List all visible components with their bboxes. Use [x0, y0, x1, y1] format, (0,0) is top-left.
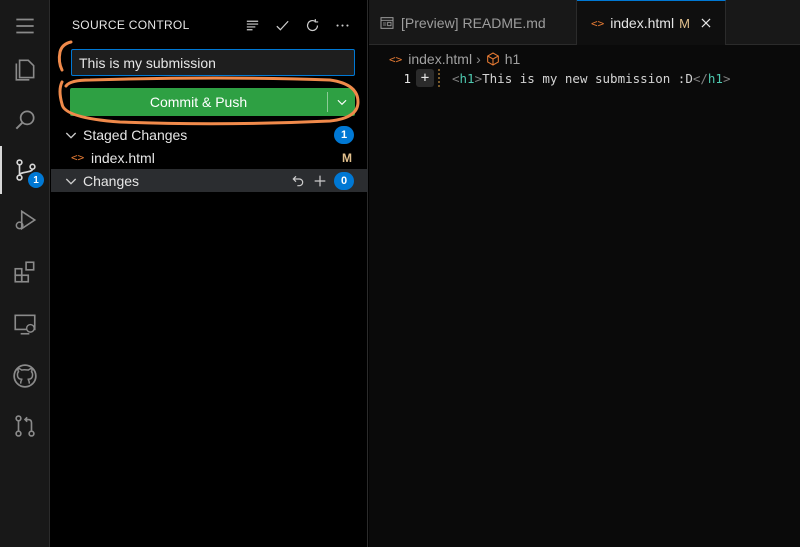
discard-changes-icon[interactable]	[290, 173, 306, 189]
code-editor[interactable]: <> index.html › h1 1 + <h1>This is my ne…	[369, 45, 800, 547]
commit-dropdown-button[interactable]	[328, 88, 355, 116]
tab-index-html[interactable]: <> index.html M	[577, 0, 726, 45]
chevron-down-icon	[65, 178, 77, 185]
source-control-panel: SOURCE CONTROL Commit & Push Staged Chan…	[51, 0, 368, 547]
tab-readme-preview[interactable]: [Preview] README.md	[369, 0, 577, 45]
source-control-icon[interactable]: 1	[0, 146, 50, 194]
tab-modified-status: M	[679, 15, 690, 31]
activity-bar: 1	[0, 0, 50, 547]
file-status: M	[342, 150, 352, 165]
staged-file-row[interactable]: <> index.html M	[51, 146, 368, 169]
chevron-down-icon	[337, 99, 346, 106]
remote-explorer-icon[interactable]	[0, 300, 50, 348]
source-control-badge: 1	[28, 172, 44, 188]
extensions-icon[interactable]	[0, 248, 50, 296]
code-line[interactable]: 1 + <h1>This is my new submission :D</h1…	[369, 67, 800, 89]
breadcrumb-file[interactable]: index.html	[408, 51, 472, 67]
search-icon[interactable]	[0, 96, 50, 144]
stage-all-icon[interactable]	[312, 173, 328, 189]
breadcrumb-separator-icon: ›	[476, 51, 481, 67]
breadcrumb-symbol[interactable]: h1	[505, 51, 521, 67]
add-comment-icon[interactable]: +	[416, 69, 434, 87]
modified-gutter-marker	[438, 69, 440, 87]
changes-actions	[290, 173, 328, 189]
code-text: <h1>This is my new submission :D</h1>	[452, 70, 731, 86]
github-icon[interactable]	[0, 352, 50, 400]
tab-label: index.html	[610, 15, 675, 31]
commit-check-icon[interactable]	[271, 14, 293, 36]
staged-changes-header[interactable]: Staged Changes 1	[51, 123, 368, 146]
changes-header[interactable]: Changes 0	[51, 169, 368, 192]
close-icon[interactable]	[699, 16, 713, 30]
tab-label: [Preview] README.md	[401, 14, 546, 31]
html-file-icon: <>	[389, 52, 403, 66]
run-debug-icon[interactable]	[0, 196, 50, 244]
panel-title: SOURCE CONTROL	[72, 18, 190, 32]
panel-actions	[241, 14, 353, 36]
html-file-icon: <>	[591, 16, 605, 30]
refresh-icon[interactable]	[301, 14, 323, 36]
line-number: 1	[403, 70, 411, 86]
chevron-down-icon	[65, 132, 77, 139]
symbol-element-icon	[486, 52, 499, 66]
staged-changes-label: Staged Changes	[83, 126, 188, 143]
more-actions-icon[interactable]	[331, 14, 353, 36]
commit-message-input[interactable]	[71, 49, 355, 76]
staged-file-name: index.html	[91, 149, 155, 166]
html-file-icon: <>	[71, 151, 85, 164]
changes-label: Changes	[83, 172, 140, 189]
view-as-list-icon[interactable]	[241, 14, 263, 36]
explorer-icon[interactable]	[0, 46, 50, 94]
commit-push-label: Commit & Push	[149, 94, 248, 110]
menu-icon[interactable]	[0, 2, 50, 50]
staged-count-badge: 1	[334, 125, 354, 144]
preview-icon	[380, 16, 394, 29]
editor-tabs: [Preview] README.md <> index.html M	[369, 0, 800, 45]
changes-count-badge: 0	[334, 171, 354, 190]
pull-requests-icon[interactable]	[0, 402, 50, 450]
commit-push-button[interactable]: Commit & Push	[70, 88, 355, 116]
